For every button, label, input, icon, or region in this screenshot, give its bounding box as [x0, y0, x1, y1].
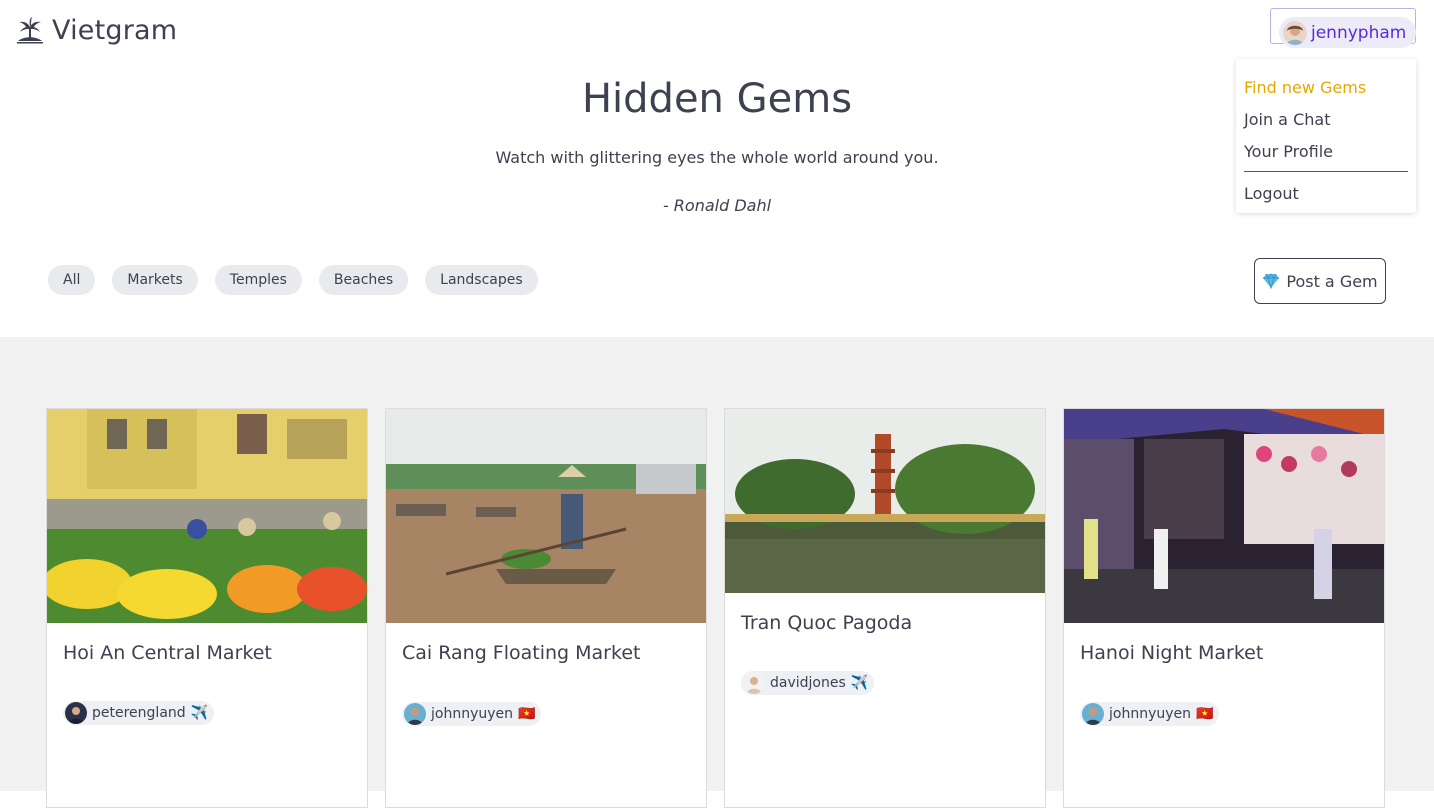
filter-chip-temples[interactable]: Temples: [214, 265, 302, 295]
top-bar: Vietgram jennypham Find new Gems Join a …: [0, 0, 1434, 213]
vietnam-flag-badge-icon: 🇻🇳: [518, 706, 536, 722]
author-username: davidjones: [770, 675, 846, 691]
gem-card[interactable]: Hanoi Night Market johnnyuyen 🇻🇳: [1063, 408, 1385, 808]
palm-tree-island-icon: [17, 16, 43, 43]
author-avatar: [404, 703, 426, 725]
filter-chip-landscapes[interactable]: Landscapes: [425, 265, 538, 295]
gem-card-title[interactable]: Hoi An Central Market: [63, 642, 272, 664]
gem-card[interactable]: Hoi An Central Market peterengland ✈️: [46, 408, 368, 808]
user-chip[interactable]: jennypham: [1279, 17, 1417, 48]
menu-divider: [1244, 171, 1408, 172]
vietnam-flag-badge-icon: 🇻🇳: [1196, 706, 1214, 722]
author-chip[interactable]: johnnyuyen 🇻🇳: [402, 702, 542, 726]
traveler-badge-icon: ✈️: [190, 705, 209, 721]
category-filters: All Markets Temples Beaches Landscapes: [48, 265, 538, 295]
filter-chip-beaches[interactable]: Beaches: [318, 265, 409, 295]
author-avatar: [743, 672, 765, 694]
post-a-gem-label: Post a Gem: [1286, 271, 1378, 291]
username: jennypham: [1311, 22, 1407, 43]
user-menu-toggle[interactable]: jennypham: [1270, 8, 1417, 48]
author-username: johnnyuyen: [1109, 706, 1192, 722]
author-username: johnnyuyen: [431, 706, 514, 722]
app-logo[interactable]: Vietgram: [16, 15, 177, 46]
traveler-badge-icon: ✈️: [850, 675, 869, 691]
author-avatar: [1082, 703, 1104, 725]
hero-quote: Watch with glittering eyes the whole wor…: [495, 148, 939, 167]
gem-card-title[interactable]: Hanoi Night Market: [1080, 642, 1263, 664]
floating-market-photo[interactable]: [386, 409, 706, 623]
gem-card-title[interactable]: Cai Rang Floating Market: [402, 642, 640, 664]
gems-gallery: Hoi An Central Market peterengland ✈️ Ca…: [0, 337, 1434, 808]
hero-quote-author: - Ronald Dahl: [662, 196, 772, 215]
pagoda-photo[interactable]: [725, 409, 1045, 593]
gem-card[interactable]: Tran Quoc Pagoda davidjones ✈️: [724, 408, 1046, 808]
user-avatar: [1283, 20, 1307, 45]
page-title: Hidden Gems: [581, 76, 853, 122]
app-name: Vietgram: [52, 15, 178, 46]
author-avatar: [65, 702, 87, 724]
diamond-icon: [1263, 273, 1280, 289]
flower-market-photo[interactable]: [47, 409, 367, 623]
author-chip[interactable]: peterengland ✈️: [63, 701, 215, 725]
post-a-gem-button[interactable]: Post a Gem: [1254, 258, 1386, 304]
filter-chip-all[interactable]: All: [48, 265, 96, 295]
author-chip[interactable]: davidjones ✈️: [741, 671, 875, 695]
gem-card[interactable]: Cai Rang Floating Market johnnyuyen 🇻🇳: [385, 408, 707, 808]
author-username: peterengland: [92, 705, 186, 721]
author-chip[interactable]: johnnyuyen 🇻🇳: [1080, 702, 1220, 726]
gem-card-title[interactable]: Tran Quoc Pagoda: [741, 612, 912, 634]
filter-chip-markets[interactable]: Markets: [112, 265, 198, 295]
night-market-photo[interactable]: [1064, 409, 1384, 623]
